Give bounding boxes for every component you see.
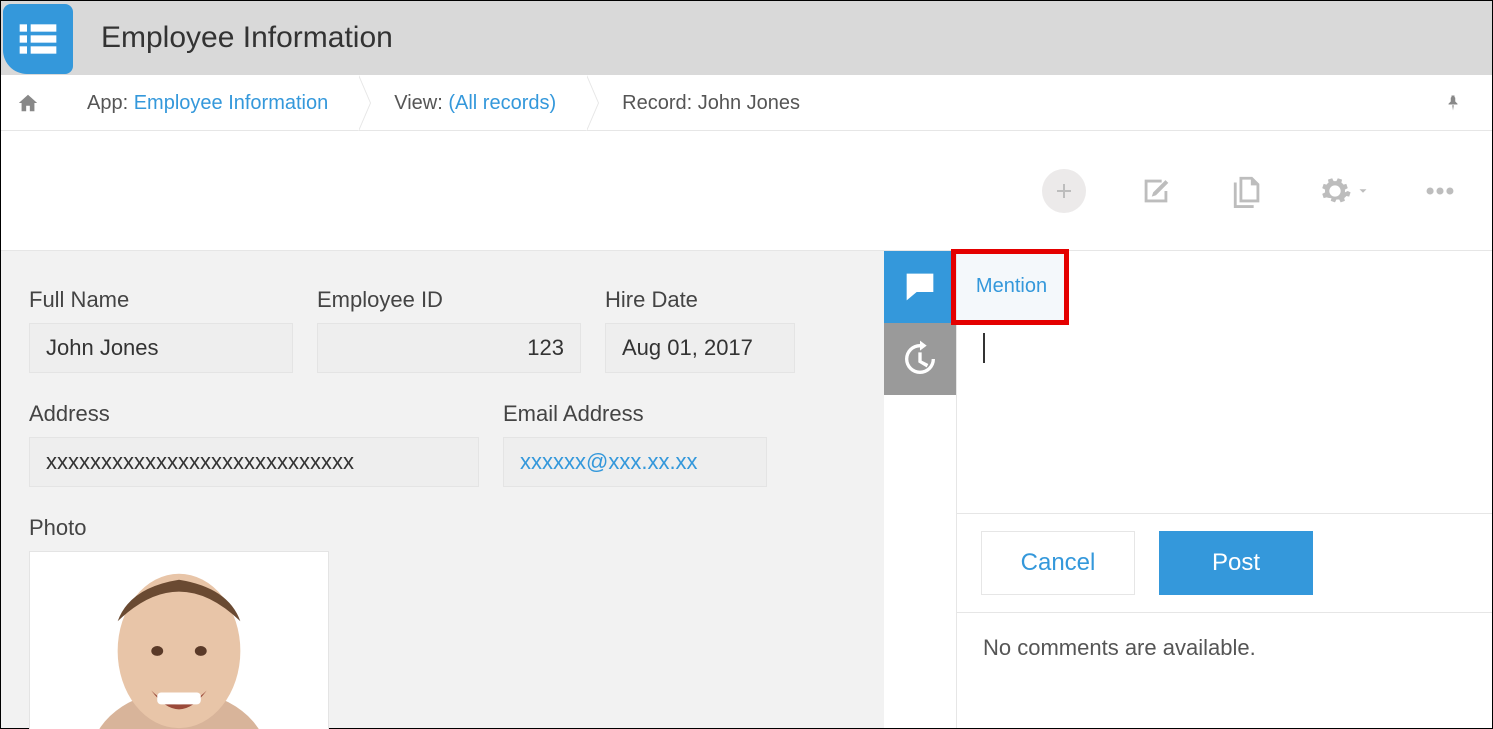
add-record-button[interactable] xyxy=(1042,169,1086,213)
comment-panel: Mention Cancel Post No comments are avai… xyxy=(956,251,1492,728)
mention-button[interactable]: Mention xyxy=(957,251,1067,323)
history-icon xyxy=(900,339,940,379)
main-split: Full Name John Jones Employee ID 123 Hir… xyxy=(1,251,1492,728)
field-employee-id: Employee ID 123 xyxy=(317,287,581,373)
full-name-value: John Jones xyxy=(29,323,293,373)
pin-button[interactable] xyxy=(1444,75,1462,131)
settings-menu-button[interactable] xyxy=(1318,174,1370,208)
photo-label: Photo xyxy=(29,515,854,541)
tab-comments[interactable] xyxy=(884,251,956,323)
breadcrumb-view-prefix: View: xyxy=(394,92,448,114)
breadcrumb-record-name: John Jones xyxy=(698,92,800,114)
person-photo-icon xyxy=(30,552,328,729)
field-photo: Photo xyxy=(29,515,854,729)
photo-thumbnail[interactable] xyxy=(29,551,329,729)
email-value[interactable]: xxxxxx@xxx.xx.xx xyxy=(503,437,767,487)
breadcrumb: App: Employee Information View: (All rec… xyxy=(1,75,1492,131)
plus-icon xyxy=(1052,179,1076,203)
full-name-label: Full Name xyxy=(29,287,293,313)
app-header: Employee Information xyxy=(1,1,1492,75)
field-hire-date: Hire Date Aug 01, 2017 xyxy=(605,287,795,373)
compose-actions: Cancel Post xyxy=(957,513,1492,613)
app-icon xyxy=(3,4,73,74)
record-toolbar xyxy=(1,131,1492,251)
field-address: Address xxxxxxxxxxxxxxxxxxxxxxxxxxxx xyxy=(29,401,479,487)
breadcrumb-app-prefix: App: xyxy=(87,92,134,114)
breadcrumb-view-link[interactable]: (All records) xyxy=(448,92,556,114)
employee-id-label: Employee ID xyxy=(317,287,581,313)
field-full-name: Full Name John Jones xyxy=(29,287,293,373)
text-cursor xyxy=(983,333,985,363)
record-panel: Full Name John Jones Employee ID 123 Hir… xyxy=(1,251,884,728)
employee-id-value: 123 xyxy=(317,323,581,373)
duplicate-icon xyxy=(1231,174,1265,208)
more-menu-button[interactable] xyxy=(1418,169,1462,213)
email-label: Email Address xyxy=(503,401,767,427)
pin-icon xyxy=(1444,94,1462,112)
email-link[interactable]: xxxxxx@xxx.xx.xx xyxy=(520,449,698,475)
no-comments-message: No comments are available. xyxy=(957,613,1492,683)
breadcrumb-record-prefix: Record: xyxy=(622,92,698,114)
hire-date-value: Aug 01, 2017 xyxy=(605,323,795,373)
address-label: Address xyxy=(29,401,479,427)
edit-icon xyxy=(1139,174,1173,208)
mention-label: Mention xyxy=(976,275,1047,298)
home-icon[interactable] xyxy=(17,92,39,114)
gear-icon xyxy=(1318,174,1352,208)
page-title: Employee Information xyxy=(101,21,393,55)
field-email: Email Address xxxxxx@xxx.xx.xx xyxy=(503,401,767,487)
speech-bubble-icon xyxy=(900,267,940,307)
hire-date-label: Hire Date xyxy=(605,287,795,313)
address-value: xxxxxxxxxxxxxxxxxxxxxxxxxxxx xyxy=(29,437,479,487)
duplicate-record-button[interactable] xyxy=(1226,169,1270,213)
ellipsis-icon xyxy=(1423,174,1457,208)
cancel-button[interactable]: Cancel xyxy=(981,531,1135,595)
breadcrumb-app-link[interactable]: Employee Information xyxy=(134,92,329,114)
breadcrumb-app[interactable]: App: Employee Information xyxy=(51,75,358,131)
post-button[interactable]: Post xyxy=(1159,531,1313,595)
edit-record-button[interactable] xyxy=(1134,169,1178,213)
side-tabs xyxy=(884,251,956,728)
chevron-down-icon xyxy=(1356,184,1370,198)
comment-compose-area[interactable] xyxy=(957,323,1492,513)
tab-history[interactable] xyxy=(884,323,956,395)
breadcrumb-record: Record: John Jones xyxy=(586,75,830,131)
breadcrumb-view[interactable]: View: (All records) xyxy=(358,75,586,131)
